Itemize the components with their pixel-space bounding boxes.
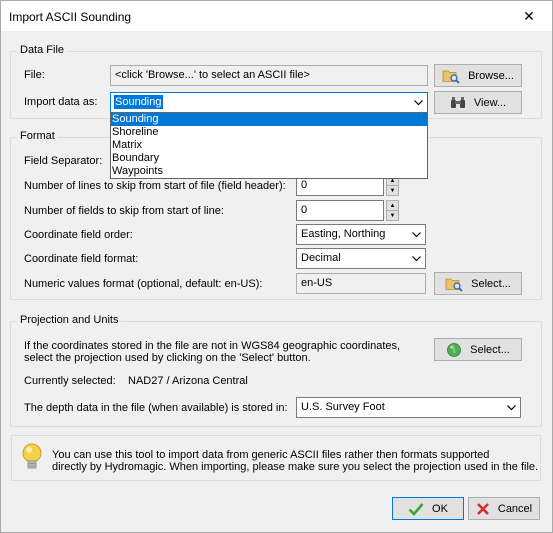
chevron-down-icon[interactable] bbox=[504, 400, 518, 415]
browse-button-label: Browse... bbox=[468, 69, 514, 82]
lightbulb-icon bbox=[20, 442, 44, 477]
coord-format-label: Coordinate field format: bbox=[24, 253, 139, 265]
coord-format-select[interactable]: Decimal bbox=[296, 248, 426, 269]
depth-units-label: The depth data in the file (when availab… bbox=[24, 402, 288, 414]
spin-down-icon[interactable]: ▼ bbox=[387, 210, 398, 220]
file-path-value: <click 'Browse...' to select an ASCII fi… bbox=[115, 69, 310, 81]
depth-units-value: U.S. Survey Foot bbox=[301, 401, 385, 413]
dropdown-option-sounding[interactable]: Sounding bbox=[111, 113, 427, 126]
projection-description-line2: select the projection used by clicking o… bbox=[24, 352, 311, 364]
ok-button[interactable]: OK bbox=[392, 497, 464, 520]
coord-order-value: Easting, Northing bbox=[301, 228, 386, 240]
numeric-select-button[interactable]: Select... bbox=[434, 272, 522, 295]
skip-fields-label: Number of fields to skip from start of l… bbox=[24, 205, 224, 217]
window-title: Import ASCII Sounding bbox=[9, 10, 132, 24]
import-as-dropdown-list: Sounding Shoreline Matrix Boundary Waypo… bbox=[110, 112, 428, 179]
spin-up-icon[interactable]: ▲ bbox=[387, 201, 398, 210]
coord-order-label: Coordinate field order: bbox=[24, 229, 133, 241]
skip-fields-spinner[interactable]: ▲ ▼ bbox=[386, 200, 399, 221]
file-path-field: <click 'Browse...' to select an ASCII fi… bbox=[110, 65, 428, 86]
currently-selected-label: Currently selected: bbox=[24, 375, 116, 387]
numeric-select-label: Select... bbox=[471, 277, 511, 290]
globe-icon bbox=[446, 342, 462, 358]
import-as-value: Sounding bbox=[114, 95, 163, 109]
checkmark-icon bbox=[408, 502, 424, 516]
folder-search-icon bbox=[442, 68, 460, 84]
import-as-select[interactable]: Sounding bbox=[110, 92, 428, 113]
info-box: You can use this tool to import data fro… bbox=[11, 435, 541, 481]
depth-units-select[interactable]: U.S. Survey Foot bbox=[296, 397, 521, 418]
skip-fields-input[interactable]: 0 bbox=[296, 200, 384, 221]
data-file-group-label: Data File bbox=[17, 44, 68, 56]
projection-select-button[interactable]: Select... bbox=[434, 338, 522, 361]
dropdown-option-shoreline[interactable]: Shoreline bbox=[111, 126, 427, 139]
view-button-label: View... bbox=[473, 96, 507, 109]
dropdown-option-boundary[interactable]: Boundary bbox=[111, 152, 427, 165]
dropdown-option-matrix[interactable]: Matrix bbox=[111, 139, 427, 152]
folder-search-icon bbox=[445, 276, 463, 292]
ok-button-label: OK bbox=[432, 502, 448, 515]
numeric-format-label: Numeric values format (optional, default… bbox=[24, 278, 263, 290]
close-icon[interactable]: ✕ bbox=[506, 1, 552, 31]
chevron-down-icon[interactable] bbox=[411, 95, 425, 110]
binoculars-icon bbox=[450, 96, 466, 110]
cancel-button-label: Cancel bbox=[497, 502, 533, 515]
import-as-label: Import data as: bbox=[24, 96, 98, 108]
title-bar: Import ASCII Sounding ✕ bbox=[1, 1, 552, 31]
numeric-format-field: en-US bbox=[296, 273, 426, 294]
coord-format-value: Decimal bbox=[301, 252, 341, 264]
format-group-label: Format bbox=[17, 130, 58, 142]
skip-fields-value: 0 bbox=[301, 204, 308, 216]
cross-icon bbox=[476, 502, 490, 516]
coord-order-select[interactable]: Easting, Northing bbox=[296, 224, 426, 245]
file-label: File: bbox=[24, 69, 45, 81]
spin-down-icon[interactable]: ▼ bbox=[387, 185, 398, 195]
skip-lines-label: Number of lines to skip from start of fi… bbox=[24, 180, 286, 192]
chevron-down-icon[interactable] bbox=[409, 251, 423, 266]
cancel-button[interactable]: Cancel bbox=[468, 497, 540, 520]
skip-lines-value: 0 bbox=[301, 179, 308, 191]
dropdown-option-waypoints[interactable]: Waypoints bbox=[111, 165, 427, 178]
currently-selected-value: NAD27 / Arizona Central bbox=[128, 375, 248, 387]
info-text-line1: You can use this tool to import data fro… bbox=[52, 449, 490, 461]
projection-description-line1: If the coordinates stored in the file ar… bbox=[24, 340, 401, 352]
projection-select-label: Select... bbox=[470, 343, 510, 356]
numeric-format-value: en-US bbox=[301, 277, 333, 289]
field-separator-label: Field Separator: bbox=[24, 155, 103, 167]
info-text-line2: directly by Hydromagic. When importing, … bbox=[52, 461, 539, 473]
projection-group-label: Projection and Units bbox=[17, 314, 122, 326]
chevron-down-icon[interactable] bbox=[409, 227, 423, 242]
import-ascii-dialog: Import ASCII Sounding ✕ Data File File: … bbox=[0, 0, 553, 533]
view-button[interactable]: View... bbox=[434, 91, 522, 114]
browse-button[interactable]: Browse... bbox=[434, 64, 522, 87]
